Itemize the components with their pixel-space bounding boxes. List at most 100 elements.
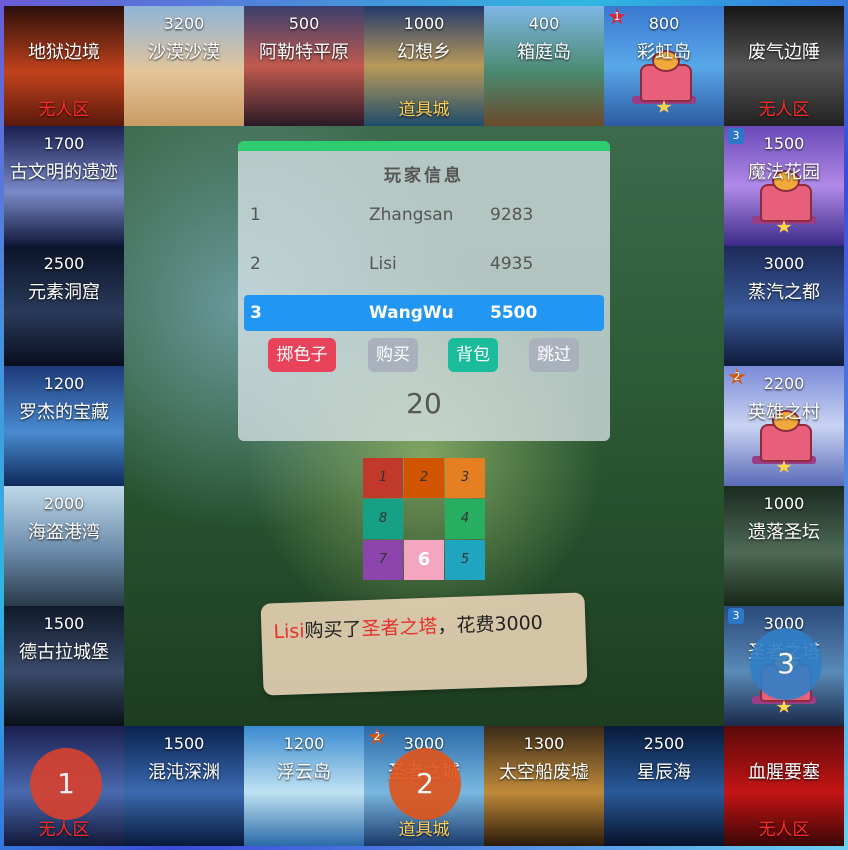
board-tile[interactable]: 2000 海盗港湾 <box>4 486 124 606</box>
skip-button[interactable]: 跳过 <box>529 338 579 372</box>
player-token: 2 <box>389 748 461 820</box>
tile-price: 1000 <box>763 494 805 513</box>
log-place: 圣者之塔 <box>361 615 438 641</box>
board-tile[interactable]: 400 箱庭岛 <box>484 6 604 126</box>
player-money: 4935 <box>490 254 534 274</box>
event-log: Lisi购买了圣者之塔，花费3000 <box>260 592 588 696</box>
dice-face: 2 <box>404 458 444 498</box>
board-tile[interactable]: 2500 元素洞窟 <box>4 246 124 366</box>
board-tile[interactable]: 1200 罗杰的宝藏 <box>4 366 124 486</box>
tile-name: 彩虹岛 <box>637 42 691 63</box>
board-tile[interactable]: 1500 德古拉城堡 <box>4 606 124 726</box>
board-tile[interactable]: 1000 幻想乡道具城 <box>364 6 484 126</box>
player-row: 2 Lisi 4935 <box>244 246 604 282</box>
tile-name: 幻想乡 <box>397 42 451 63</box>
tile-name: 英雄之村 <box>748 402 820 423</box>
tile-price: 1200 <box>283 734 325 753</box>
dice-face: 8 <box>363 499 403 539</box>
tile-name: 血腥要塞 <box>748 762 820 783</box>
tile-price: 3000 <box>763 254 805 273</box>
dice-face: 7 <box>363 540 403 580</box>
tile-name: 海盗港湾 <box>28 522 100 543</box>
board-tile[interactable]: 废气边陲 无人区 <box>724 6 844 126</box>
tile-name: 浮云岛 <box>277 762 331 783</box>
dice-face: 6 <box>404 540 444 580</box>
player-rank: 3 <box>250 303 262 323</box>
player-token: 1 <box>30 748 102 820</box>
tile-name: 古文明的遗迹 <box>10 162 118 183</box>
log-suffix: ，花费3000 <box>437 611 544 638</box>
tile-name: 魔法花园 <box>748 162 820 183</box>
player-rank: 1 <box>250 205 261 225</box>
player-name: Zhangsan <box>369 205 454 225</box>
tile-zone-label: 无人区 <box>758 820 810 840</box>
tile-name: 蒸汽之都 <box>748 282 820 303</box>
dice-face: 4 <box>445 499 485 539</box>
tile-name: 星辰海 <box>637 762 691 783</box>
player-money: 9283 <box>490 205 534 225</box>
log-message: Lisi购买了圣者之塔，花费3000 <box>273 608 543 644</box>
tile-price: 2500 <box>643 734 685 753</box>
tile-name: 沙漠沙漠 <box>148 42 220 63</box>
player-money: 5500 <box>490 303 538 323</box>
dice-face: 5 <box>445 540 485 580</box>
board-tile[interactable]: 血腥要塞 无人区 <box>724 726 844 846</box>
tile-price: 3200 <box>163 14 205 33</box>
buy-button[interactable]: 购买 <box>368 338 418 372</box>
board-tile[interactable]: 1700 古文明的遗迹 <box>4 126 124 246</box>
tile-name: 地狱边境 <box>28 42 100 63</box>
tile-price: 1200 <box>43 374 85 393</box>
tile-name: 罗杰的宝藏 <box>19 402 109 423</box>
tile-zone-label: 道具城 <box>398 100 450 120</box>
tile-price: 2500 <box>43 254 85 273</box>
tile-price: 500 <box>288 14 320 33</box>
tile-name: 箱庭岛 <box>517 42 571 63</box>
board-tile[interactable]: 1200 浮云岛 <box>244 726 364 846</box>
board-tile[interactable]: 1 800 彩虹岛 <box>604 6 724 126</box>
board-tile[interactable]: 1300 太空船废墟 <box>484 726 604 846</box>
tile-price: 800 <box>648 14 680 33</box>
log-player: Lisi <box>273 620 305 644</box>
board-tile[interactable]: 1500 混沌深渊 <box>124 726 244 846</box>
dice-face: 1 <box>363 458 403 498</box>
panel-top-bar <box>238 141 610 151</box>
panel-title: 玩家信息 <box>384 166 464 186</box>
board-tile[interactable]: 2500 星辰海 <box>604 726 724 846</box>
tile-price: 1500 <box>163 734 205 753</box>
player-row-active: 3 WangWu 5500 <box>244 295 604 331</box>
tile-price: 1500 <box>763 134 805 153</box>
backpack-button[interactable]: 背包 <box>448 338 498 372</box>
tile-name: 阿勒特平原 <box>259 42 349 63</box>
tile-price: 1000 <box>403 14 445 33</box>
tile-price: 400 <box>528 14 560 33</box>
dice-center <box>404 499 444 539</box>
tile-price: 1500 <box>43 614 85 633</box>
tile-price: 2000 <box>43 494 85 513</box>
board-tile[interactable]: 3 1500 魔法花园 <box>724 126 844 246</box>
board-tile[interactable]: 2 2200 英雄之村 <box>724 366 844 486</box>
player-name: Lisi <box>369 254 397 274</box>
tile-name: 德古拉城堡 <box>19 642 109 663</box>
dice-grid: 123 8 4 765 <box>363 458 485 580</box>
tile-name: 废气边陲 <box>748 42 820 63</box>
player-token: 3 <box>750 628 822 700</box>
tile-name: 元素洞窟 <box>28 282 100 303</box>
tile-name: 混沌深渊 <box>148 762 220 783</box>
dice-result: 20 <box>406 387 442 420</box>
player-row: 1 Zhangsan 9283 <box>244 197 604 233</box>
board-tile[interactable]: 1000 遗落圣坛 <box>724 486 844 606</box>
tile-price: 2200 <box>763 374 805 393</box>
board-tile[interactable]: 地狱边境 无人区 <box>4 6 124 126</box>
tile-price: 1300 <box>523 734 565 753</box>
tile-zone-label: 无人区 <box>38 100 90 120</box>
roll-dice-button[interactable]: 掷色子 <box>268 338 336 372</box>
board-tile[interactable]: 3200 沙漠沙漠 <box>124 6 244 126</box>
tile-name: 遗落圣坛 <box>748 522 820 543</box>
player-info-panel: 玩家信息 1 Zhangsan 9283 2 Lisi 4935 3 WangW… <box>238 141 610 441</box>
board-tile[interactable]: 500 阿勒特平原 <box>244 6 364 126</box>
tile-name: 太空船废墟 <box>499 762 589 783</box>
board-tile[interactable]: 3000 蒸汽之都 <box>724 246 844 366</box>
player-rank: 2 <box>250 254 261 274</box>
dice-face: 3 <box>445 458 485 498</box>
player-name: WangWu <box>369 303 454 323</box>
